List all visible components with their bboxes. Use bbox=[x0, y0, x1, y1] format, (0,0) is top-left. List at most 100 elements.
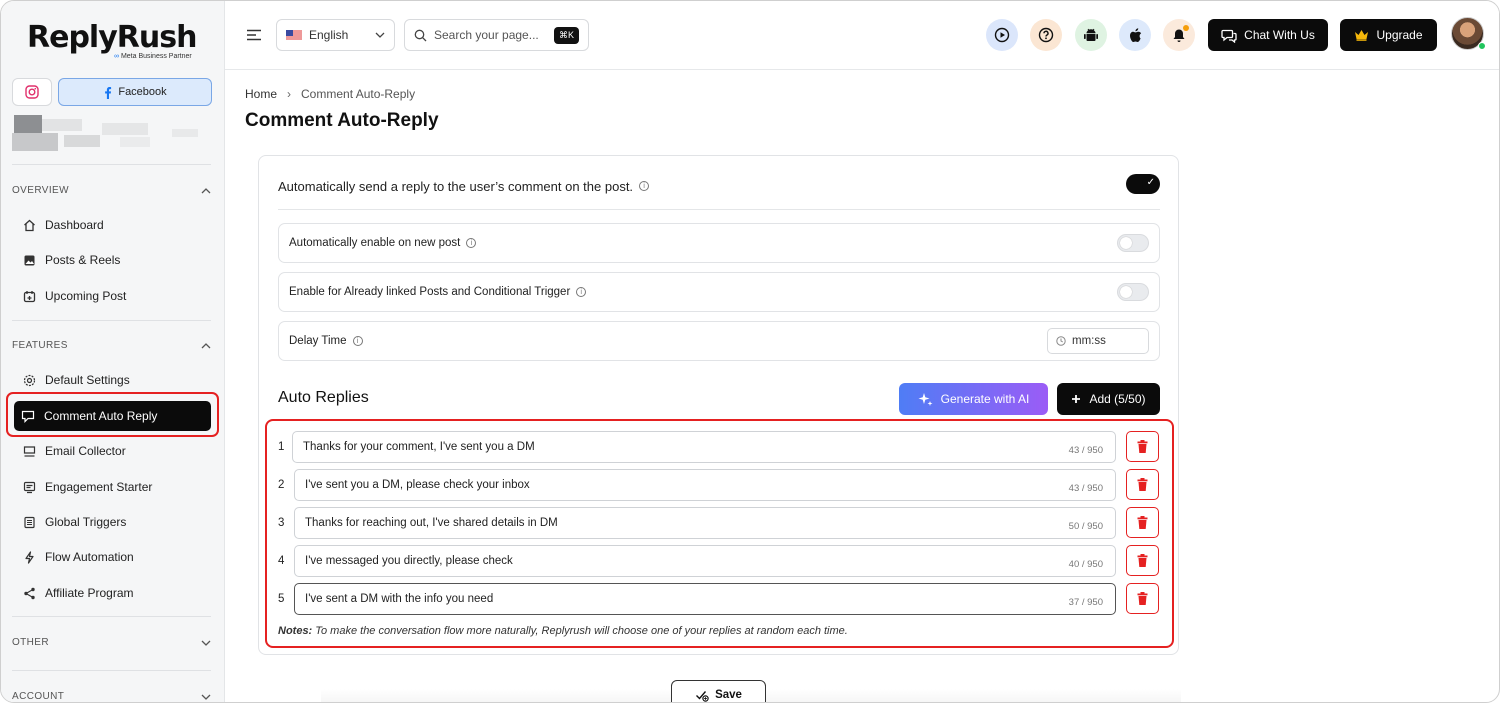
facebook-label: Facebook bbox=[118, 86, 167, 98]
chat-with-us-button[interactable]: Chat With Us bbox=[1208, 19, 1328, 51]
reply-number: 1 bbox=[278, 441, 285, 453]
reply-input[interactable]: I've sent you a DM, please check your in… bbox=[294, 469, 1116, 501]
highlight-box bbox=[6, 392, 219, 437]
apple-icon bbox=[1129, 27, 1141, 42]
add-reply-button[interactable]: Add (5/50) bbox=[1057, 383, 1160, 415]
sidebar-item-label: Upcoming Post bbox=[45, 289, 127, 303]
save-icon bbox=[696, 690, 709, 702]
partner-label: Meta Business Partner bbox=[120, 53, 192, 60]
ios-app-button[interactable] bbox=[1119, 19, 1151, 51]
upgrade-button[interactable]: Upgrade bbox=[1340, 19, 1437, 51]
main-toggle-label: Automatically send a reply to the user’s… bbox=[278, 178, 634, 194]
reply-input[interactable]: I've messaged you directly, please check… bbox=[294, 545, 1116, 577]
notifications-button[interactable] bbox=[1163, 19, 1195, 51]
brand-name: ReplyRush bbox=[27, 20, 197, 55]
char-count: 40 / 950 bbox=[1068, 559, 1103, 570]
sidebar-item-flow-automation[interactable]: Flow Automation bbox=[15, 542, 209, 572]
delete-reply-button[interactable] bbox=[1126, 583, 1159, 614]
features-section-toggle[interactable]: FEATURES bbox=[12, 340, 211, 351]
sidebar-item-upcoming-post[interactable]: Upcoming Post bbox=[15, 281, 209, 311]
account-section-toggle[interactable]: ACCOUNT bbox=[12, 691, 211, 702]
engagement-icon bbox=[22, 480, 36, 494]
reply-text: I've messaged you directly, please check bbox=[305, 555, 513, 567]
language-select[interactable]: English bbox=[276, 19, 395, 51]
info-icon[interactable]: i bbox=[639, 181, 650, 191]
reply-text: Thanks for your comment, I've sent you a… bbox=[303, 441, 535, 453]
delete-reply-button[interactable] bbox=[1126, 431, 1159, 462]
menu-toggle-button[interactable] bbox=[246, 28, 262, 46]
char-count: 43 / 950 bbox=[1068, 483, 1103, 494]
breadcrumb: Home › Comment Auto-Reply bbox=[245, 87, 415, 101]
already-linked-toggle[interactable] bbox=[1117, 283, 1149, 301]
generate-label: Generate with AI bbox=[940, 392, 1030, 406]
reply-number: 3 bbox=[278, 517, 285, 529]
delete-reply-button[interactable] bbox=[1126, 545, 1159, 576]
sidebar-item-dashboard[interactable]: Dashboard bbox=[15, 210, 209, 240]
sidebar-item-default-settings[interactable]: Default Settings bbox=[15, 365, 209, 395]
info-icon[interactable]: i bbox=[576, 287, 587, 297]
sidebar-item-label: Engagement Starter bbox=[45, 480, 153, 494]
list-icon bbox=[22, 515, 36, 529]
reply-number: 5 bbox=[278, 593, 285, 605]
gear-icon bbox=[22, 373, 36, 387]
play-button[interactable] bbox=[986, 19, 1018, 51]
overview-section-toggle[interactable]: OVERVIEW bbox=[12, 185, 211, 196]
image-icon bbox=[22, 253, 36, 267]
other-section-toggle[interactable]: OTHER bbox=[12, 637, 211, 648]
plus-icon bbox=[1072, 395, 1081, 403]
sidebar-item-label: Flow Automation bbox=[45, 550, 134, 564]
reply-row: 3 Thanks for reaching out, I've shared d… bbox=[278, 507, 1160, 539]
home-icon bbox=[22, 218, 36, 232]
help-button[interactable] bbox=[1030, 19, 1062, 51]
sidebar-item-posts-reels[interactable]: Posts & Reels bbox=[15, 245, 209, 275]
delete-reply-button[interactable] bbox=[1126, 469, 1159, 500]
reply-input[interactable]: Thanks for your comment, I've sent you a… bbox=[292, 431, 1116, 463]
delay-time-input[interactable]: mm:ss bbox=[1047, 328, 1149, 354]
main-toggle-row: Automatically send a reply to the user’s… bbox=[278, 173, 1160, 199]
already-linked-row: Enable for Already linked Posts and Cond… bbox=[278, 272, 1160, 312]
reply-row: 4 I've messaged you directly, please che… bbox=[278, 545, 1160, 577]
sidebar-item-label: Default Settings bbox=[45, 373, 130, 387]
share-icon bbox=[22, 586, 36, 600]
chevron-down-icon bbox=[201, 694, 211, 700]
trash-icon bbox=[1137, 516, 1148, 529]
trash-icon bbox=[1137, 592, 1148, 605]
trash-icon bbox=[1137, 478, 1148, 491]
sidebar-item-global-triggers[interactable]: Global Triggers bbox=[15, 507, 209, 537]
sidebar-item-email-collector[interactable]: Email Collector bbox=[15, 436, 209, 466]
reply-input[interactable]: I've sent a DM with the info you need 37… bbox=[294, 583, 1116, 615]
chevron-right-icon: › bbox=[287, 87, 292, 101]
android-app-button[interactable] bbox=[1075, 19, 1107, 51]
info-icon[interactable]: i bbox=[466, 238, 477, 248]
partner-badge: ∞ Meta Business Partner bbox=[114, 53, 192, 60]
breadcrumb-home[interactable]: Home bbox=[245, 87, 277, 101]
reply-input[interactable]: Thanks for reaching out, I've shared det… bbox=[294, 507, 1116, 539]
delete-reply-button[interactable] bbox=[1126, 507, 1159, 538]
crown-icon bbox=[1355, 30, 1369, 41]
generate-with-ai-button[interactable]: Generate with AI bbox=[899, 383, 1048, 415]
platform-switcher: Facebook bbox=[12, 78, 212, 106]
instagram-icon bbox=[25, 85, 39, 99]
search-placeholder: Search your page... bbox=[434, 28, 539, 42]
sidebar-item-engagement-starter[interactable]: Engagement Starter bbox=[15, 472, 209, 502]
account-label: ACCOUNT bbox=[12, 691, 65, 702]
sidebar-divider bbox=[12, 616, 211, 617]
sidebar-item-label: Dashboard bbox=[45, 218, 104, 232]
auto-enable-toggle[interactable] bbox=[1117, 234, 1149, 252]
breadcrumb-current: Comment Auto-Reply bbox=[301, 87, 416, 101]
search-input[interactable]: Search your page... ⌘K bbox=[404, 19, 589, 51]
reply-text: Thanks for reaching out, I've shared det… bbox=[305, 517, 558, 529]
facebook-button[interactable]: Facebook bbox=[58, 78, 212, 106]
sidebar-item-affiliate-program[interactable]: Affiliate Program bbox=[15, 578, 209, 608]
instagram-button[interactable] bbox=[12, 78, 52, 106]
already-linked-label: Enable for Already linked Posts and Cond… bbox=[289, 286, 571, 298]
info-icon[interactable]: i bbox=[352, 336, 363, 346]
help-icon bbox=[1038, 27, 1054, 43]
auto-reply-toggle[interactable]: ✓ bbox=[1126, 174, 1160, 194]
features-label: FEATURES bbox=[12, 340, 68, 351]
save-label: Save bbox=[715, 689, 742, 701]
save-button[interactable]: Save bbox=[671, 680, 766, 702]
delay-placeholder: mm:ss bbox=[1072, 335, 1106, 347]
account-selector[interactable] bbox=[12, 115, 211, 151]
email-collector-icon bbox=[22, 444, 36, 458]
